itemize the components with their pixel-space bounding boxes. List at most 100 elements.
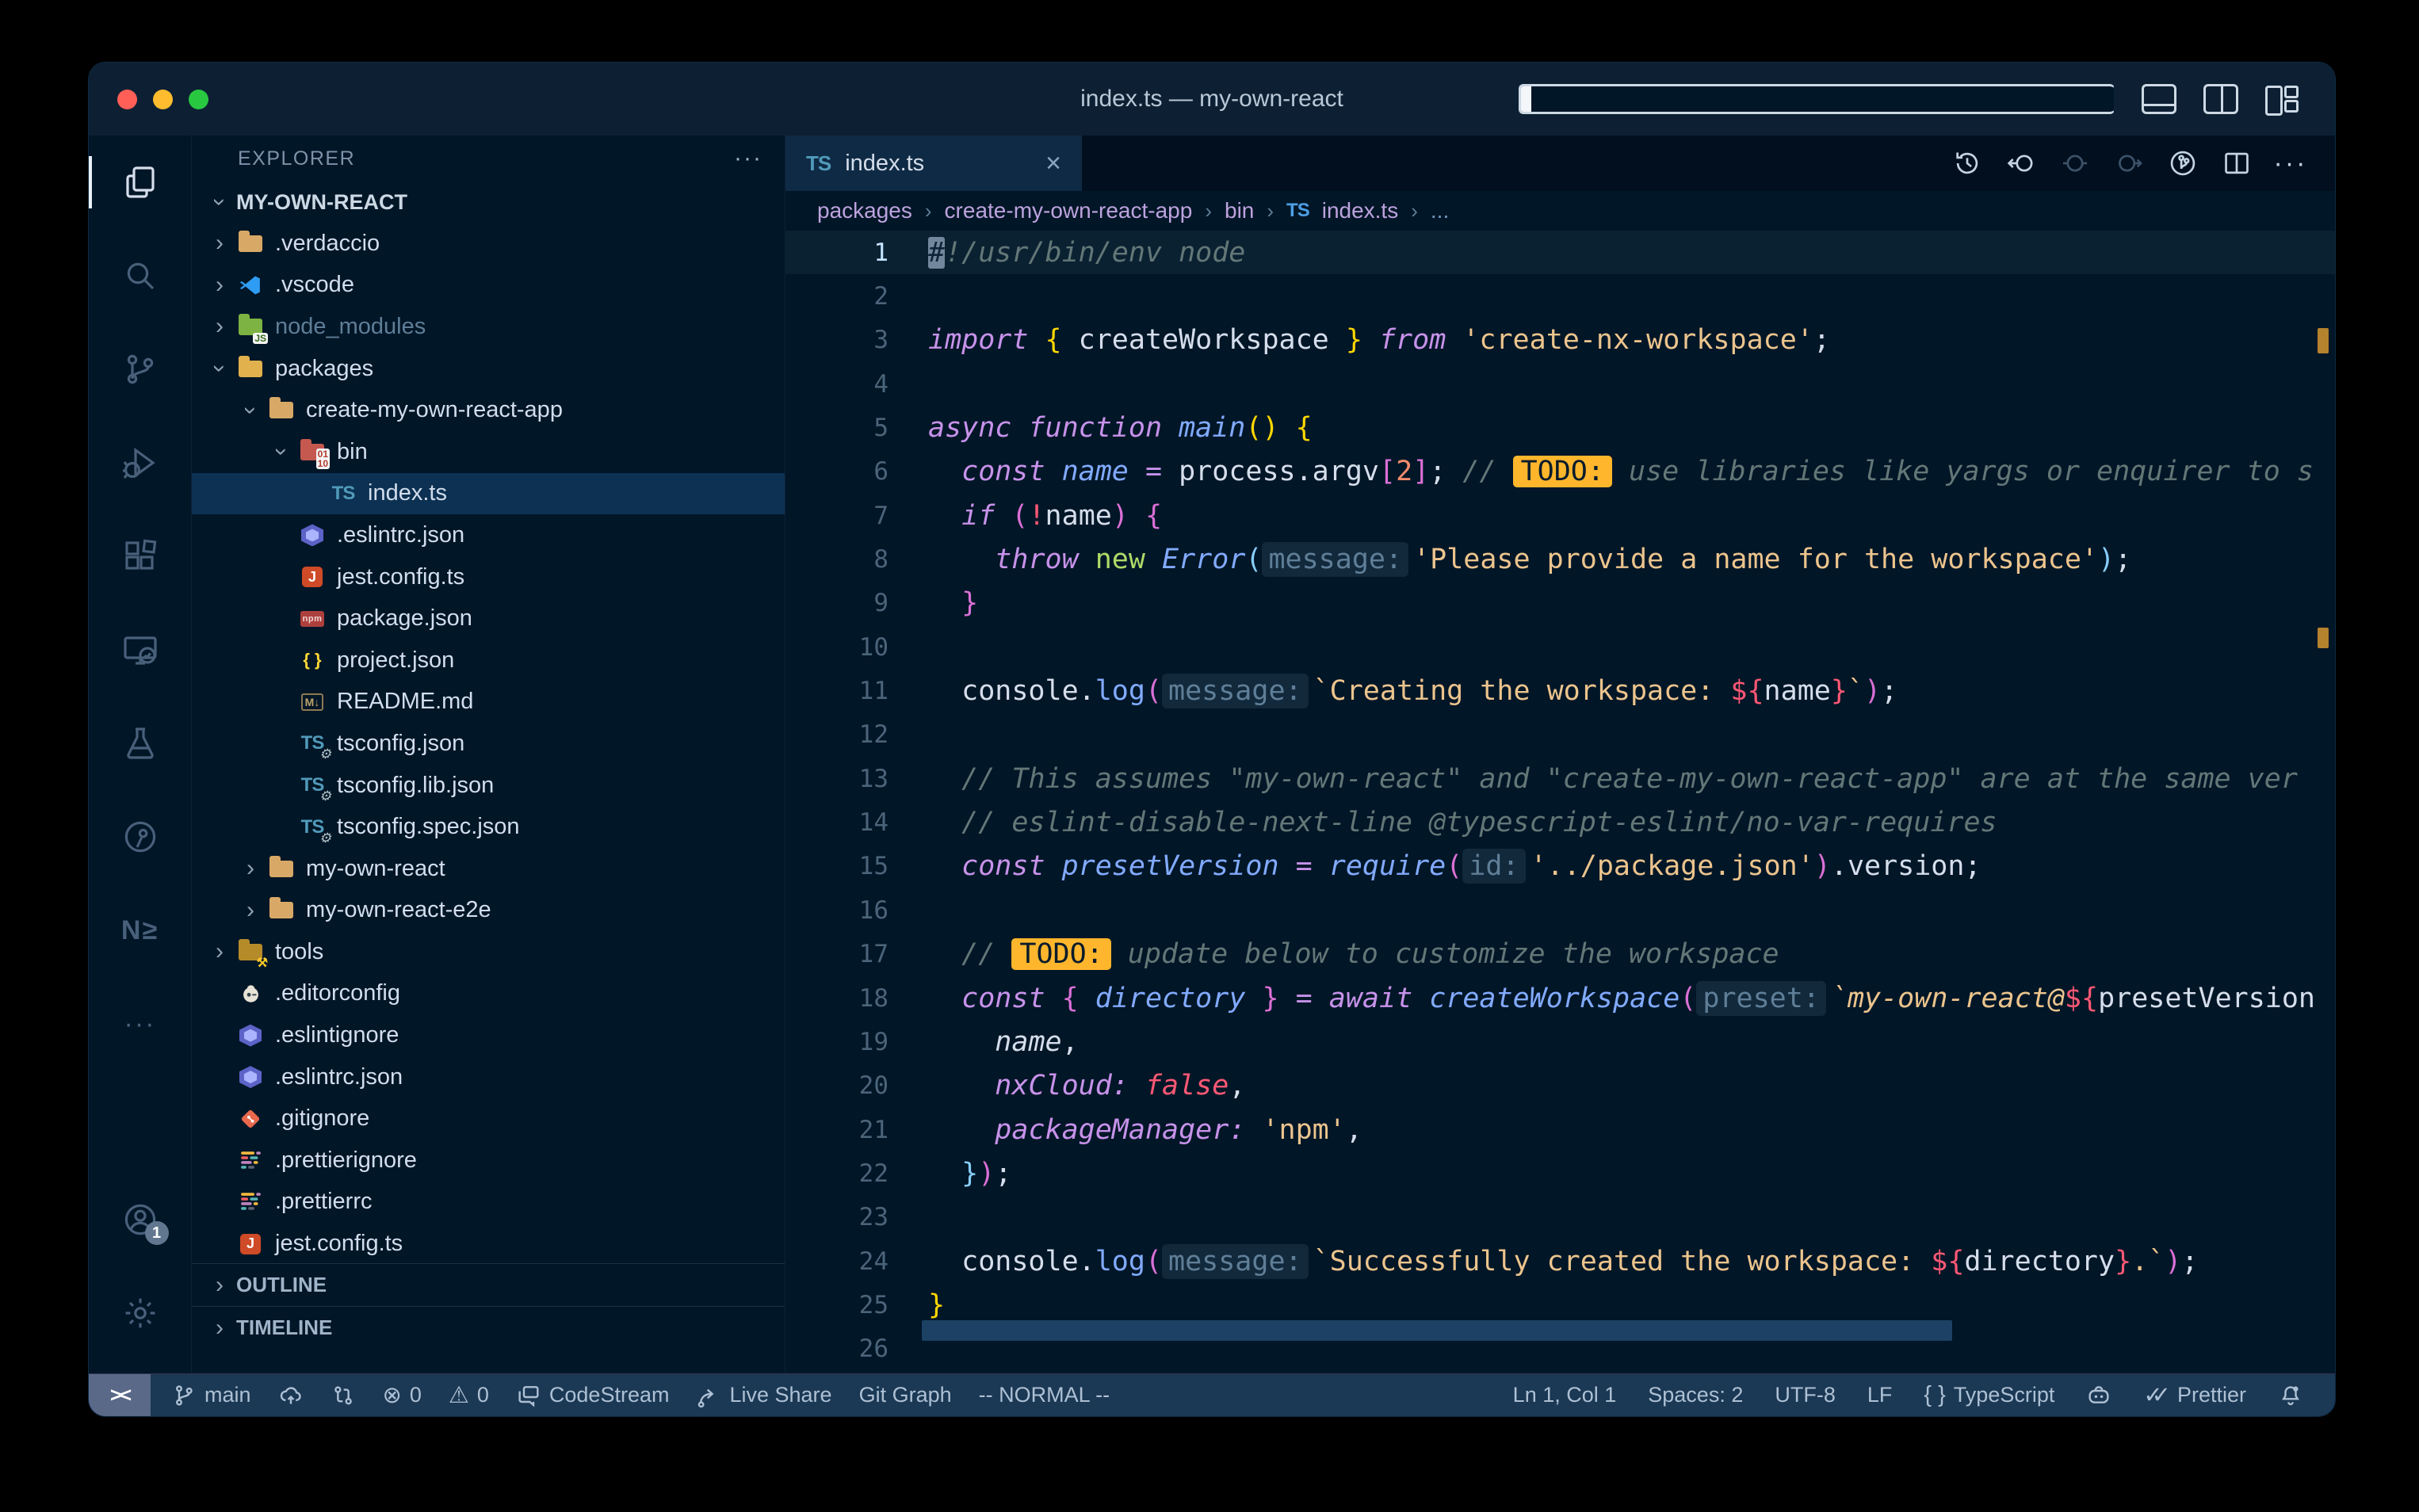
code-line-9[interactable]: 9 }	[785, 582, 2335, 625]
activity-more[interactable]: ···	[89, 977, 191, 1071]
close-tab-icon[interactable]: ×	[1045, 148, 1061, 179]
activity-nx-console[interactable]: N≥	[89, 884, 191, 977]
zoom-window-button[interactable]	[189, 90, 208, 109]
sidebar-toggle-icon[interactable]	[1519, 84, 2115, 114]
tree-item-tsconfig.spec.json[interactable]: ›TS⚙tsconfig.spec.json	[192, 806, 785, 848]
status-language-mode[interactable]: { }TypeScript	[1924, 1382, 2054, 1408]
breadcrumb[interactable]: packages›create-my-own-react-app›bin›TSi…	[785, 191, 2335, 231]
code-line-13[interactable]: 13 // This assumes "my-own-react" and "c…	[785, 757, 2335, 800]
code-line-21[interactable]: 21 packageManager: 'npm',	[785, 1108, 2335, 1151]
code-line-11[interactable]: 11 console.log(message:`Creating the wor…	[785, 669, 2335, 712]
code-line-6[interactable]: 6 const name = process.argv[2]; // TODO:…	[785, 450, 2335, 494]
titlebar[interactable]: index.ts — my-own-react	[89, 63, 2335, 136]
code-line-8[interactable]: 8 throw new Error(message:'Please provid…	[785, 537, 2335, 581]
status-git-graph[interactable]: Git Graph	[859, 1383, 952, 1407]
status-vim-mode[interactable]: -- NORMAL --	[979, 1383, 1110, 1407]
code-line-4[interactable]: 4	[785, 362, 2335, 406]
layout-icon[interactable]	[2265, 86, 2300, 113]
code-line-17[interactable]: 17 // TODO: update below to customize th…	[785, 933, 2335, 976]
activity-run-debug[interactable]	[89, 416, 191, 510]
tree-item-index.ts[interactable]: ›TSindex.ts	[192, 473, 785, 515]
status-problems-warnings[interactable]: ⚠0	[449, 1381, 489, 1409]
activity-extensions[interactable]	[89, 510, 191, 603]
tree-item-.prettierrc[interactable]: ›.prettierrc	[192, 1182, 785, 1224]
nav-prev-icon[interactable]	[2059, 147, 2091, 179]
tree-item-tsconfig.json[interactable]: ›TS⚙tsconfig.json	[192, 723, 785, 765]
activity-remote-explorer[interactable]	[89, 603, 191, 697]
code-line-15[interactable]: 15 const presetVersion = require(id:'../…	[785, 845, 2335, 888]
remote-indicator[interactable]: ><	[89, 1374, 151, 1416]
code-line-22[interactable]: 22 });	[785, 1151, 2335, 1195]
status-live-share[interactable]: Live Share	[696, 1383, 831, 1408]
code-line-24[interactable]: 24 console.log(message:`Successfully cre…	[785, 1239, 2335, 1283]
activity-search[interactable]	[89, 229, 191, 323]
code-line-1[interactable]: 1#!/usr/bin/env node	[785, 231, 2335, 274]
move-back-icon[interactable]	[2005, 147, 2037, 179]
tree-item-package.json[interactable]: ›npmpackage.json	[192, 598, 785, 640]
activity-settings[interactable]	[89, 1266, 191, 1360]
tree-item-my-own-react-e2e[interactable]: ›my-own-react-e2e	[192, 890, 785, 932]
split-editor-icon[interactable]	[2221, 147, 2253, 179]
breadcrumb-file[interactable]: index.ts	[1322, 198, 1399, 223]
tree-item-create-my-own-react-app[interactable]: ›create-my-own-react-app	[192, 389, 785, 431]
breadcrumb-item[interactable]: create-my-own-react-app	[945, 198, 1193, 223]
activity-testing[interactable]	[89, 697, 191, 790]
tree-item-bin[interactable]: ›0110bin	[192, 431, 785, 473]
tree-item-.editorconfig[interactable]: ›.editorconfig	[192, 973, 785, 1015]
tree-item-project.json[interactable]: ›{ }project.json	[192, 640, 785, 682]
status-codestream[interactable]: CodeStream	[516, 1383, 670, 1408]
status-problems-errors[interactable]: ⊗0	[383, 1381, 422, 1409]
breadcrumb-item[interactable]: bin	[1225, 198, 1254, 223]
tab-index-ts[interactable]: TS index.ts ×	[785, 136, 1082, 191]
activity-source-control[interactable]	[89, 323, 191, 416]
section-outline[interactable]: ›OUTLINE	[192, 1263, 785, 1306]
status-git-compare[interactable]	[331, 1383, 356, 1408]
status-indentation[interactable]: Spaces: 2	[1648, 1383, 1743, 1407]
code-line-2[interactable]: 2	[785, 274, 2335, 318]
tree-item-tsconfig.lib.json[interactable]: ›TS⚙tsconfig.lib.json	[192, 765, 785, 807]
tree-item-.gitignore[interactable]: ›.gitignore	[192, 1098, 785, 1140]
split-editor-icon[interactable]	[2203, 84, 2238, 114]
tree-item-packages[interactable]: ›packages	[192, 348, 785, 390]
close-window-button[interactable]	[117, 90, 137, 109]
section-timeline[interactable]: ›TIMELINE	[192, 1306, 785, 1349]
explorer-actions-icon[interactable]: ···	[734, 145, 762, 172]
ellipsis-icon[interactable]: ···	[2275, 147, 2306, 179]
code-line-16[interactable]: 16	[785, 888, 2335, 932]
tree-item-.eslintrc.json[interactable]: ›.eslintrc.json	[192, 1056, 785, 1098]
tree-item-tools[interactable]: ›⚒tools	[192, 931, 785, 973]
code-line-12[interactable]: 12	[785, 713, 2335, 757]
breadcrumb-symbol[interactable]: ...	[1431, 198, 1449, 223]
tree-item-my-own-react[interactable]: ›my-own-react	[192, 848, 785, 890]
activity-explorer[interactable]	[89, 136, 191, 229]
status-eol[interactable]: LF	[1867, 1383, 1893, 1407]
tree-item-.eslintrc.json[interactable]: ›.eslintrc.json	[192, 514, 785, 556]
code-line-19[interactable]: 19 name,	[785, 1020, 2335, 1063]
code-line-3[interactable]: 3import { createWorkspace } from 'create…	[785, 319, 2335, 362]
tree-item-jest.config.ts[interactable]: ›Jjest.config.ts	[192, 1223, 785, 1265]
code-line-7[interactable]: 7 if (!name) {	[785, 494, 2335, 537]
panel-toggle-icon[interactable]	[2142, 84, 2176, 114]
breadcrumb-item[interactable]: packages	[817, 198, 912, 223]
tree-item-readme.md[interactable]: ›M↓README.md	[192, 682, 785, 724]
activity-accounts[interactable]: 1	[89, 1173, 191, 1266]
horizontal-scrollbar[interactable]	[922, 1320, 1952, 1341]
code-editor[interactable]: 1#!/usr/bin/env node23import { createWor…	[785, 231, 2335, 1374]
status-cursor-position[interactable]: Ln 1, Col 1	[1513, 1383, 1617, 1407]
code-line-14[interactable]: 14 // eslint-disable-next-line @typescri…	[785, 800, 2335, 844]
history-icon[interactable]	[1951, 147, 1983, 179]
code-line-23[interactable]: 23	[785, 1196, 2335, 1239]
tree-item-jest.config.ts[interactable]: ›Jjest.config.ts	[192, 556, 785, 598]
tree-item-.verdaccio[interactable]: ›.verdaccio	[192, 223, 785, 265]
status-encoding[interactable]: UTF-8	[1775, 1383, 1836, 1407]
nav-next-icon[interactable]	[2113, 147, 2145, 179]
tree-item-.prettierignore[interactable]: ›.prettierignore	[192, 1140, 785, 1182]
code-line-5[interactable]: 5async function main() {	[785, 406, 2335, 449]
tree-item-node-modules[interactable]: ›JSnode_modules	[192, 306, 785, 348]
minimize-window-button[interactable]	[153, 90, 173, 109]
status-copilot[interactable]	[2086, 1383, 2111, 1408]
workspace-root-row[interactable]: › MY-OWN-REACT	[192, 181, 785, 223]
status-publish[interactable]	[278, 1383, 304, 1408]
status-prettier[interactable]: ✓✓Prettier	[2143, 1381, 2246, 1409]
code-line-20[interactable]: 20 nxCloud: false,	[785, 1064, 2335, 1108]
